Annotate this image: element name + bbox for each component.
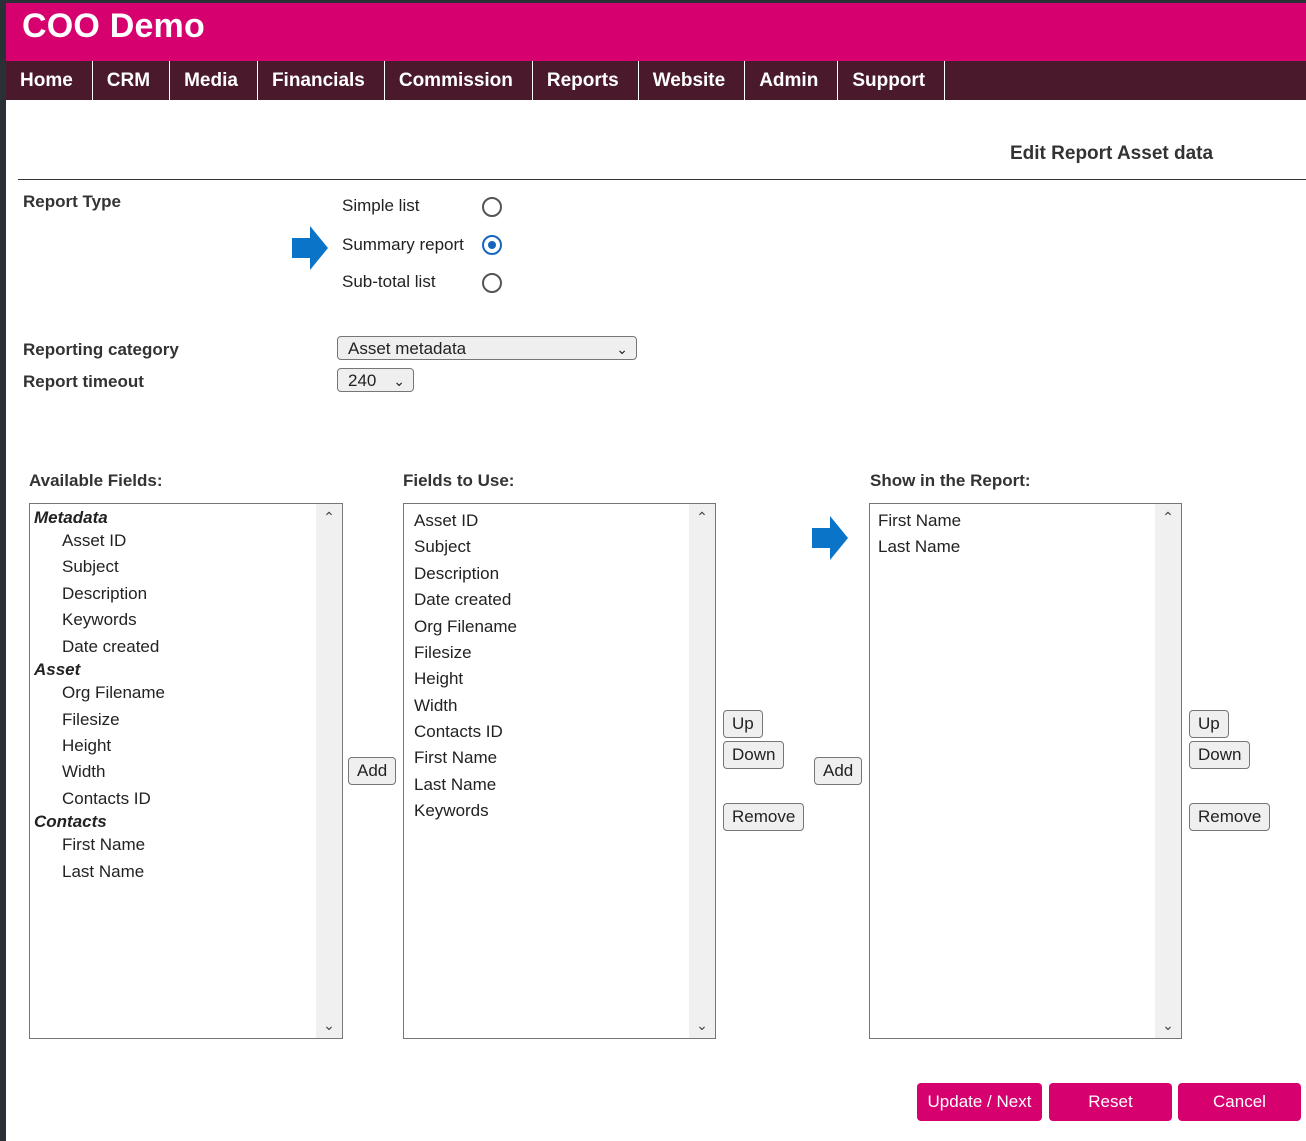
- group-asset[interactable]: Asset: [34, 660, 80, 680]
- chevron-up-icon[interactable]: ⌃: [316, 506, 342, 528]
- list-item[interactable]: Org Filename: [62, 683, 165, 703]
- chevron-up-icon[interactable]: ⌃: [1155, 506, 1181, 528]
- window-left-border: [0, 0, 6, 1141]
- report-timeout-value: 240: [348, 371, 377, 390]
- chevron-down-icon: ⌄: [616, 341, 628, 357]
- arrow-right-icon: [292, 226, 328, 270]
- list-item[interactable]: Keywords: [414, 801, 489, 821]
- list-item[interactable]: Last Name: [414, 775, 496, 795]
- list-item[interactable]: Last Name: [878, 537, 960, 557]
- report-up-button[interactable]: Up: [1189, 710, 1229, 738]
- radio-summary-report[interactable]: [482, 235, 502, 255]
- scroll-track[interactable]: [693, 530, 711, 1012]
- chevron-down-icon: ⌄: [393, 373, 405, 389]
- list-item[interactable]: First Name: [62, 835, 145, 855]
- fields-remove-button[interactable]: Remove: [723, 803, 805, 831]
- nav-website[interactable]: Website: [639, 61, 746, 100]
- list-item[interactable]: Contacts ID: [414, 722, 503, 742]
- fields-to-use-label: Fields to Use:: [403, 471, 515, 490]
- list-item[interactable]: First Name: [414, 748, 497, 768]
- report-type-label: Report Type: [23, 192, 121, 211]
- list-item[interactable]: Description: [414, 564, 499, 584]
- list-item[interactable]: Description: [62, 584, 147, 604]
- report-timeout-select[interactable]: 240 ⌄: [337, 368, 414, 392]
- cancel-button[interactable]: Cancel: [1178, 1083, 1301, 1121]
- list-item[interactable]: Asset ID: [62, 531, 126, 551]
- list-item[interactable]: Date created: [62, 637, 159, 657]
- fields-to-use-scrollbar[interactable]: ⌃ ⌄: [689, 504, 715, 1038]
- nav-crm[interactable]: CRM: [93, 61, 171, 100]
- nav-home[interactable]: Home: [6, 61, 93, 100]
- scroll-track[interactable]: [1159, 530, 1177, 1012]
- list-item[interactable]: Width: [62, 762, 105, 782]
- radio-sub-total-list[interactable]: [482, 273, 502, 293]
- reporting-category-select[interactable]: Asset metadata ⌄: [337, 336, 637, 360]
- available-fields-scrollbar[interactable]: ⌃ ⌄: [316, 504, 342, 1038]
- chevron-down-icon[interactable]: ⌄: [689, 1014, 715, 1036]
- fields-up-button[interactable]: Up: [723, 710, 763, 738]
- scroll-track[interactable]: [320, 530, 338, 1012]
- list-item[interactable]: Subject: [62, 557, 119, 577]
- show-in-report-list[interactable]: First Name Last Name ⌃ ⌄: [869, 503, 1182, 1039]
- nav-reports[interactable]: Reports: [533, 61, 639, 100]
- chevron-down-icon[interactable]: ⌄: [1155, 1014, 1181, 1036]
- reporting-category-label: Reporting category: [23, 340, 179, 359]
- main-nav: Home CRM Media Financials Commission Rep…: [6, 61, 1306, 100]
- list-item[interactable]: Date created: [414, 590, 511, 610]
- nav-media[interactable]: Media: [170, 61, 258, 100]
- nav-commission[interactable]: Commission: [385, 61, 533, 100]
- page-heading: Edit Report Asset data: [1010, 143, 1214, 164]
- radio-simple-list[interactable]: [482, 197, 502, 217]
- list-item[interactable]: Height: [414, 669, 463, 689]
- fields-down-button[interactable]: Down: [723, 741, 785, 769]
- list-item[interactable]: Filesize: [62, 710, 120, 730]
- nav-support[interactable]: Support: [838, 61, 946, 100]
- radio-label-summary-report: Summary report: [342, 235, 464, 254]
- report-remove-button[interactable]: Remove: [1189, 803, 1271, 831]
- list-item[interactable]: Filesize: [414, 643, 472, 663]
- group-contacts[interactable]: Contacts: [34, 812, 107, 832]
- add-to-report-button[interactable]: Add: [814, 757, 863, 785]
- app-title: COO Demo: [22, 7, 205, 45]
- report-timeout-label: Report timeout: [23, 372, 144, 391]
- chevron-up-icon[interactable]: ⌃: [689, 506, 715, 528]
- list-item[interactable]: Subject: [414, 537, 471, 557]
- list-item[interactable]: Width: [414, 696, 457, 716]
- list-item[interactable]: Last Name: [62, 862, 144, 882]
- show-in-report-label: Show in the Report:: [870, 471, 1031, 490]
- list-item[interactable]: Contacts ID: [62, 789, 151, 809]
- heading-divider: [18, 179, 1306, 180]
- list-item[interactable]: Org Filename: [414, 617, 517, 637]
- list-item[interactable]: Height: [62, 736, 111, 756]
- reset-button[interactable]: Reset: [1049, 1083, 1172, 1121]
- available-fields-label: Available Fields:: [29, 471, 163, 490]
- group-metadata[interactable]: Metadata: [34, 508, 108, 528]
- available-fields-list[interactable]: Metadata Asset ID Subject Description Ke…: [29, 503, 343, 1039]
- radio-label-simple-list: Simple list: [342, 196, 420, 215]
- chevron-down-icon[interactable]: ⌄: [316, 1014, 342, 1036]
- add-to-fields-button[interactable]: Add: [348, 757, 397, 785]
- report-down-button[interactable]: Down: [1189, 741, 1251, 769]
- list-item[interactable]: First Name: [878, 511, 961, 531]
- fields-to-use-list[interactable]: Asset ID Subject Description Date create…: [403, 503, 716, 1039]
- radio-label-sub-total-list: Sub-total list: [342, 272, 436, 291]
- list-item[interactable]: Keywords: [62, 610, 137, 630]
- app-header: COO Demo: [6, 3, 1306, 61]
- reporting-category-value: Asset metadata: [348, 339, 467, 358]
- update-next-button[interactable]: Update / Next: [917, 1083, 1042, 1121]
- nav-admin[interactable]: Admin: [745, 61, 839, 100]
- nav-financials[interactable]: Financials: [258, 61, 385, 100]
- list-item[interactable]: Asset ID: [414, 511, 478, 531]
- show-in-report-scrollbar[interactable]: ⌃ ⌄: [1155, 504, 1181, 1038]
- arrow-right-icon: [812, 516, 848, 560]
